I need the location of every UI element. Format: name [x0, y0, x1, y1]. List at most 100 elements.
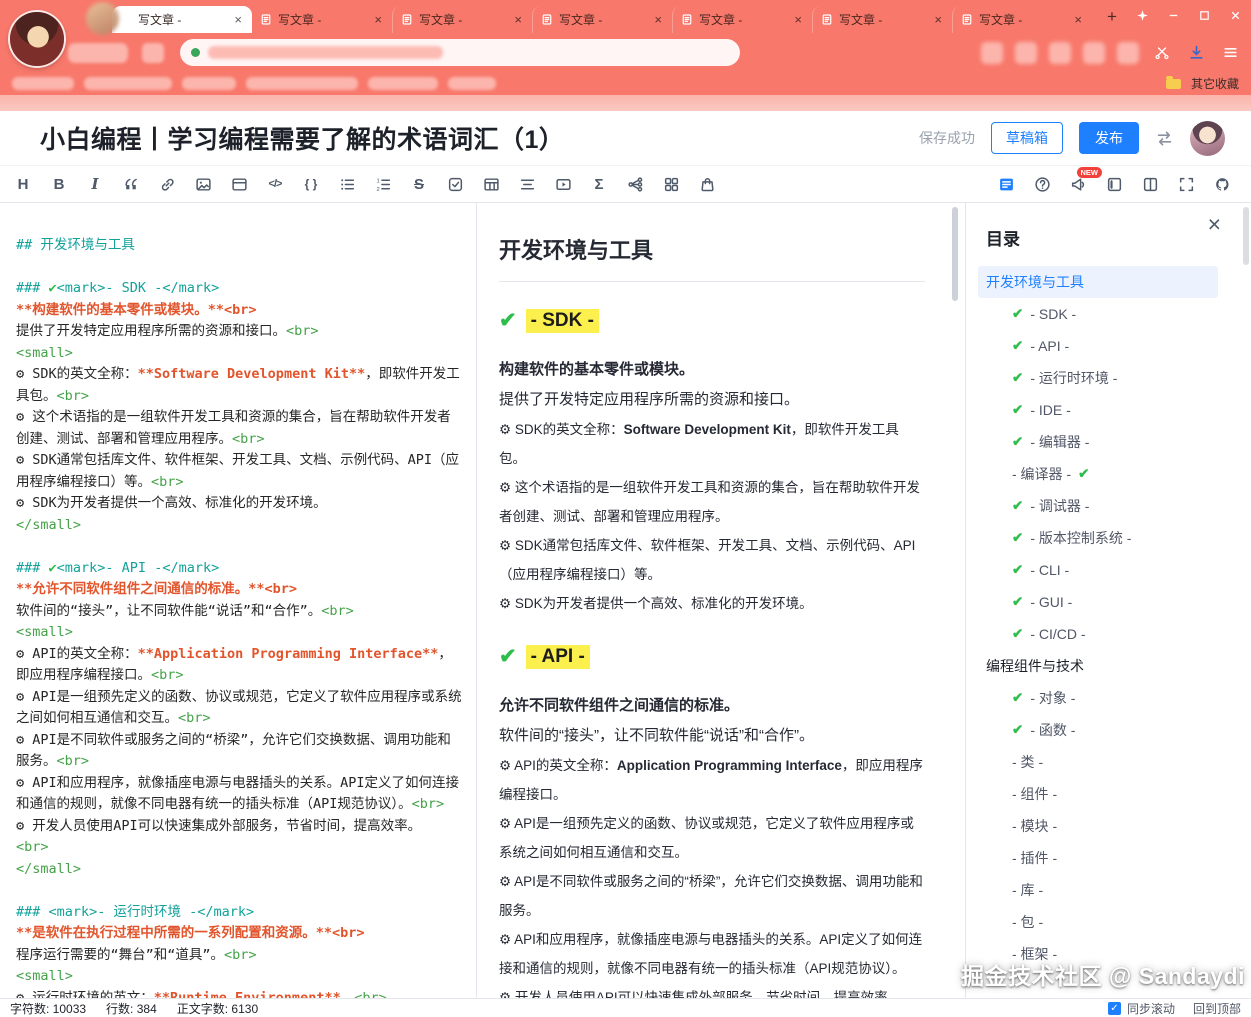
check-icon: ✔: [1012, 306, 1023, 322]
minimize-icon[interactable]: [1165, 7, 1181, 23]
sync-scroll-checkbox[interactable]: ✓: [1108, 1002, 1121, 1015]
help-icon[interactable]: [1031, 173, 1053, 195]
italic-icon[interactable]: I: [84, 173, 106, 195]
announcement-icon[interactable]: NEW: [1067, 173, 1089, 195]
browser-tab[interactable]: 写文章 -×: [672, 6, 812, 33]
toc-item[interactable]: - 包 -: [978, 906, 1218, 938]
preview-text: 软件间的“接头”，让不同软件能“说话”和“合作”。: [499, 727, 814, 744]
close-window-icon[interactable]: [1227, 7, 1243, 23]
address-bar[interactable]: [180, 39, 740, 66]
publish-button[interactable]: 发布: [1079, 122, 1139, 154]
code-block-icon[interactable]: { }: [300, 173, 322, 195]
toc-item[interactable]: ✔- 版本控制系统 -: [978, 522, 1218, 554]
toc-item[interactable]: ✔- CI/CD -: [978, 618, 1218, 650]
goods-icon[interactable]: [696, 173, 718, 195]
task-list-icon[interactable]: [444, 173, 466, 195]
new-tab-button[interactable]: +: [1100, 5, 1124, 29]
toc-item[interactable]: - 库 -: [978, 874, 1218, 906]
two-column-icon[interactable]: [1139, 173, 1161, 195]
toc-item-label: - 调试器 -: [1030, 496, 1089, 516]
fullscreen-icon[interactable]: [1175, 173, 1197, 195]
toc-item[interactable]: ✔- 对象 -: [978, 682, 1218, 714]
browser-tab[interactable]: 写文章 - ×: [112, 6, 252, 33]
tab-close-icon[interactable]: ×: [932, 12, 944, 27]
tab-title: 写文章 -: [138, 11, 226, 28]
toc-item[interactable]: - 编译器 -✔: [978, 458, 1218, 490]
image-icon[interactable]: [192, 173, 214, 195]
toc-item[interactable]: ✔- GUI -: [978, 586, 1218, 618]
heading-icon[interactable]: H: [12, 173, 34, 195]
pin-icon[interactable]: [1134, 7, 1150, 23]
toc-item[interactable]: ✔- SDK -: [978, 298, 1218, 330]
page-icon: [821, 13, 833, 26]
toc-icon[interactable]: [995, 173, 1017, 195]
browser-tab[interactable]: 写文章 -×: [952, 6, 1092, 33]
inline-code-icon[interactable]: </>: [264, 173, 286, 195]
toc-item[interactable]: ✔- 调试器 -: [978, 490, 1218, 522]
toc-item[interactable]: ✔- 运行时环境 -: [978, 362, 1218, 394]
draft-button[interactable]: 草稿箱: [991, 122, 1063, 154]
snip-icon[interactable]: [1151, 42, 1173, 64]
markdown-source-editor[interactable]: ## 开发环境与工具 ### ✔<mark>- SDK -</mark>**构建…: [0, 203, 477, 998]
banner-icon[interactable]: [228, 173, 250, 195]
browser-tab[interactable]: 写文章 -×: [812, 6, 952, 33]
source-segment: 提供了开发特定应用程序所需的资源和接口。: [16, 323, 286, 339]
toc-item[interactable]: - 类 -: [978, 746, 1218, 778]
download-icon[interactable]: [1185, 42, 1207, 64]
table-icon[interactable]: [480, 173, 502, 195]
mindmap-icon[interactable]: [624, 173, 646, 195]
quote-icon[interactable]: [120, 173, 142, 195]
sync-scroll-label[interactable]: 同步滚动: [1127, 1000, 1175, 1017]
toc-item[interactable]: ✔- 函数 -: [978, 714, 1218, 746]
preview-scrollbar[interactable]: [952, 207, 958, 992]
back-to-top-link[interactable]: 回到顶部: [1193, 1000, 1241, 1017]
video-icon[interactable]: [552, 173, 574, 195]
article-title-input[interactable]: 小白编程丨学习编程需要了解的术语词汇（1）: [40, 120, 564, 156]
maximize-icon[interactable]: [1196, 7, 1212, 23]
toc-item[interactable]: 开发环境与工具: [978, 266, 1218, 298]
tab-close-icon[interactable]: ×: [1072, 12, 1084, 27]
browser-tab[interactable]: 写文章 -×: [252, 6, 392, 33]
source-line: </small>: [16, 859, 462, 881]
toc-item[interactable]: - 组件 -: [978, 778, 1218, 810]
apps-icon[interactable]: [660, 173, 682, 195]
bold-icon[interactable]: B: [48, 173, 70, 195]
toc-item[interactable]: - 模块 -: [978, 810, 1218, 842]
single-column-icon[interactable]: [1103, 173, 1125, 195]
toc-item[interactable]: ✔- IDE -: [978, 394, 1218, 426]
source-line: ### ✔<mark>- API -</mark>: [16, 558, 462, 580]
github-icon[interactable]: [1211, 173, 1233, 195]
sync-arrows-icon[interactable]: [1155, 129, 1174, 148]
tab-close-icon[interactable]: ×: [652, 12, 664, 27]
redacted-bookmark: [448, 77, 496, 90]
tab-close-icon[interactable]: ×: [792, 12, 804, 27]
align-icon[interactable]: [516, 173, 538, 195]
close-icon[interactable]: ×: [1208, 213, 1221, 236]
toc-scrollbar[interactable]: [1243, 207, 1249, 265]
link-icon[interactable]: [156, 173, 178, 195]
source-segment: ⚙ 运行时环境的英文：: [16, 990, 154, 999]
menu-icon[interactable]: [1219, 42, 1241, 64]
source-line: 程序运行需要的“舞台”和“道具”。<br>: [16, 945, 462, 967]
scrollbar-thumb[interactable]: [952, 207, 958, 301]
ordered-list-icon[interactable]: 12: [372, 173, 394, 195]
source-segment: <br>: [232, 431, 265, 447]
toc-item[interactable]: ✔- CLI -: [978, 554, 1218, 586]
toc-item[interactable]: 编程组件与技术: [978, 650, 1218, 682]
tab-close-icon[interactable]: ×: [232, 12, 244, 27]
bullet-list-icon[interactable]: [336, 173, 358, 195]
toc-item[interactable]: - 插件 -: [978, 842, 1218, 874]
tab-close-icon[interactable]: ×: [372, 12, 384, 27]
toc-item[interactable]: ✔- 编辑器 -: [978, 426, 1218, 458]
tab-close-icon[interactable]: ×: [512, 12, 524, 27]
user-avatar[interactable]: [1190, 121, 1225, 156]
browser-tab[interactable]: 写文章 -×: [532, 6, 672, 33]
browser-tab[interactable]: 写文章 -×: [392, 6, 532, 33]
source-line: ### <mark>- 运行时环境 -</mark>: [16, 902, 462, 924]
other-bookmarks-label[interactable]: 其它收藏: [1191, 75, 1239, 92]
toc-item[interactable]: ✔- API -: [978, 330, 1218, 362]
redacted-nav-buttons: [68, 43, 128, 63]
strikethrough-icon[interactable]: S: [408, 173, 430, 195]
formula-icon[interactable]: Σ: [588, 173, 610, 195]
redacted-site-header: [0, 95, 1251, 111]
